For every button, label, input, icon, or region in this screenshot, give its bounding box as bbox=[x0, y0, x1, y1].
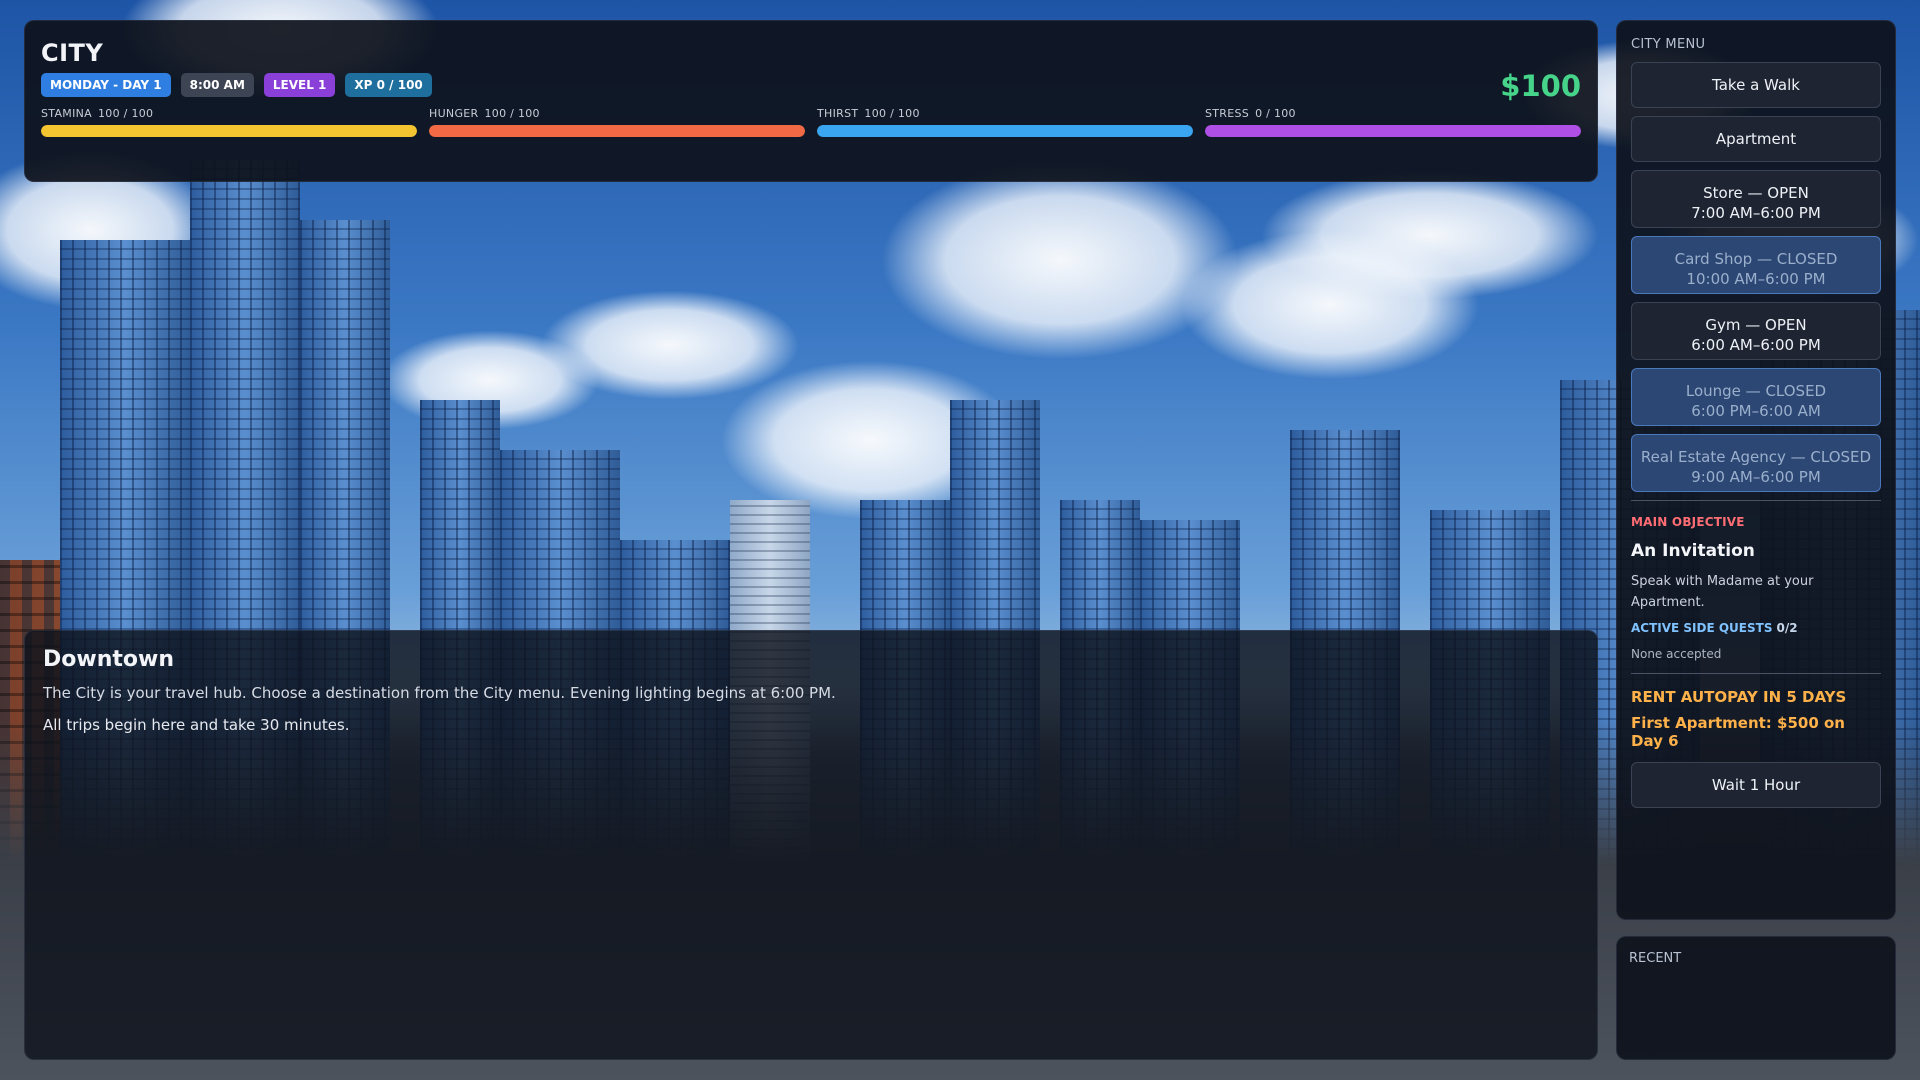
apartment-button[interactable]: Apartment bbox=[1631, 116, 1881, 162]
stat-value: 0 / 100 bbox=[1255, 107, 1296, 120]
button-label: Card Shop — CLOSED bbox=[1674, 250, 1838, 268]
page-title: CITY bbox=[41, 39, 104, 67]
button-label: Store — OPEN bbox=[1703, 184, 1809, 202]
stat-value: 100 / 100 bbox=[484, 107, 540, 120]
stat-label: HUNGER bbox=[429, 107, 479, 120]
stat-bars: STAMINA 100 / 100 HUNGER 100 / 100 THIRST 1… bbox=[41, 107, 1581, 137]
objective-title: An Invitation bbox=[1631, 541, 1755, 561]
location-title: Downtown bbox=[43, 647, 174, 672]
button-label: Real Estate Agency — CLOSED bbox=[1640, 448, 1872, 466]
divider bbox=[1631, 673, 1881, 674]
wait-1-hour-button[interactable]: Wait 1 Hour bbox=[1631, 762, 1881, 808]
stat-thirst: THIRST 100 / 100 bbox=[817, 107, 1193, 137]
button-hours: 6:00 PM–6:00 AM bbox=[1691, 402, 1821, 420]
day-badge: MONDAY - DAY 1 bbox=[41, 73, 171, 97]
side-quests-heading: ACTIVE SIDE QUESTS 0/2 bbox=[1631, 621, 1798, 635]
xp-badge: XP 0 / 100 bbox=[345, 73, 432, 97]
button-hours: 6:00 AM–6:00 PM bbox=[1691, 336, 1821, 354]
button-hours: 7:00 AM–6:00 PM bbox=[1691, 204, 1821, 222]
button-label: Apartment bbox=[1715, 130, 1797, 148]
stamina-bar-fill bbox=[41, 125, 417, 137]
side-quests-empty: None accepted bbox=[1631, 647, 1722, 661]
gym-button[interactable]: Gym — OPEN 6:00 AM–6:00 PM bbox=[1631, 302, 1881, 360]
stat-hunger: HUNGER 100 / 100 bbox=[429, 107, 805, 137]
recent-panel: RECENT bbox=[1616, 936, 1896, 1060]
status-badges: MONDAY - DAY 1 8:00 AM LEVEL 1 XP 0 / 10… bbox=[41, 73, 1581, 97]
main-objective-heading: MAIN OBJECTIVE bbox=[1631, 515, 1745, 529]
thirst-bar-fill bbox=[817, 125, 1193, 137]
thirst-bar bbox=[817, 125, 1193, 137]
objective-text: Speak with Madame at your Apartment. bbox=[1631, 574, 1814, 610]
button-label: Take a Walk bbox=[1712, 76, 1800, 94]
stress-bar bbox=[1205, 125, 1581, 137]
hunger-bar-fill bbox=[429, 125, 805, 137]
rent-autopay-notice: RENT AUTOPAY IN 5 DAYS bbox=[1631, 688, 1847, 706]
city-menu-panel: CITY MENU Take a Walk Apartment Store — … bbox=[1616, 20, 1896, 920]
store-button[interactable]: Store — OPEN 7:00 AM–6:00 PM bbox=[1631, 170, 1881, 228]
stat-label: STRESS bbox=[1205, 107, 1250, 120]
lounge-button[interactable]: Lounge — CLOSED 6:00 PM–6:00 AM bbox=[1631, 368, 1881, 426]
money-display: $100 bbox=[1500, 69, 1581, 103]
take-a-walk-button[interactable]: Take a Walk bbox=[1631, 62, 1881, 108]
stat-value: 100 / 100 bbox=[97, 107, 154, 120]
stress-bar-fill bbox=[1205, 125, 1581, 137]
time-badge: 8:00 AM bbox=[180, 73, 254, 97]
stat-stress: STRESS 0 / 100 bbox=[1205, 107, 1581, 137]
stat-label: STAMINA bbox=[41, 107, 92, 120]
hunger-bar bbox=[429, 125, 805, 137]
side-quests-count: 0/2 bbox=[1776, 621, 1798, 635]
button-hours: 10:00 AM–6:00 PM bbox=[1686, 270, 1826, 288]
divider bbox=[1631, 500, 1881, 501]
location-panel: Downtown The City is your travel hub. Ch… bbox=[24, 630, 1598, 1060]
stamina-bar bbox=[41, 125, 417, 137]
button-hours: 9:00 AM–6:00 PM bbox=[1691, 468, 1821, 486]
stat-label: THIRST bbox=[817, 107, 859, 120]
stat-stamina: STAMINA 100 / 100 bbox=[41, 107, 417, 137]
recent-heading: RECENT bbox=[1629, 951, 1682, 966]
level-badge: LEVEL 1 bbox=[263, 73, 336, 97]
location-description: The City is your travel hub. Choose a de… bbox=[43, 684, 836, 702]
button-label: Wait 1 Hour bbox=[1711, 776, 1801, 794]
location-travel-note: All trips begin here and take 30 minutes… bbox=[43, 716, 350, 734]
card-shop-button[interactable]: Card Shop — CLOSED 10:00 AM–6:00 PM bbox=[1631, 236, 1881, 294]
rent-first-apartment: First Apartment: $500 on Day 6 bbox=[1631, 714, 1845, 750]
button-label: Lounge — CLOSED bbox=[1685, 382, 1827, 400]
status-bar: CITY $100 MONDAY - DAY 1 8:00 AM LEVEL 1… bbox=[24, 20, 1598, 182]
real-estate-agency-button[interactable]: Real Estate Agency — CLOSED 9:00 AM–6:00 … bbox=[1631, 434, 1881, 492]
button-label: Gym — OPEN bbox=[1705, 316, 1807, 334]
city-menu-heading: CITY MENU bbox=[1631, 37, 1706, 52]
stat-value: 100 / 100 bbox=[864, 107, 920, 120]
